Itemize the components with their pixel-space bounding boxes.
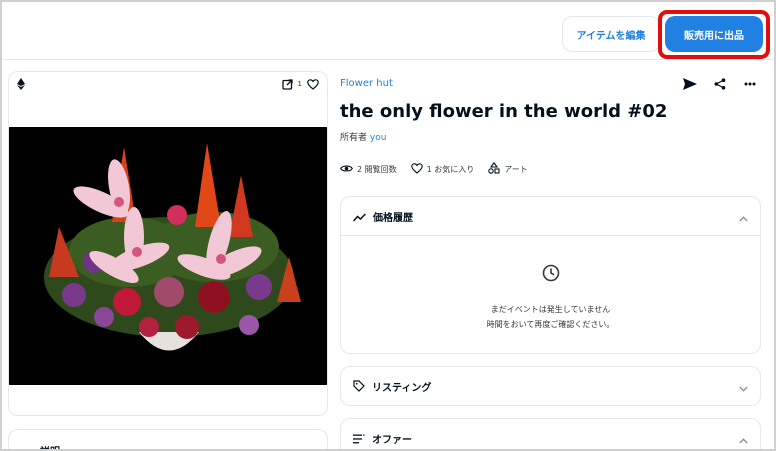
top-bar: アイテムを編集 販売用に出品 bbox=[2, 2, 774, 60]
sell-button[interactable]: 販売用に出品 bbox=[665, 16, 763, 52]
category-label: アート bbox=[504, 164, 528, 174]
item-image-card: 1 bbox=[8, 71, 328, 416]
heart-icon[interactable] bbox=[307, 75, 319, 94]
more-options-icon[interactable] bbox=[742, 76, 758, 92]
list-icon bbox=[353, 429, 365, 448]
views-count: 2 閲覧回数 bbox=[357, 164, 397, 174]
price-history-title: 価格履歴 bbox=[373, 212, 413, 224]
clock-icon bbox=[542, 264, 560, 286]
open-external-icon[interactable] bbox=[281, 75, 293, 94]
favorite-count: 1 bbox=[297, 80, 302, 88]
views-stat: 2 閲覧回数 bbox=[340, 164, 397, 175]
price-history-empty: まだイベントは発生していません 時間をおいて再度ご確認ください。 bbox=[341, 235, 760, 353]
item-image[interactable] bbox=[9, 127, 327, 385]
owner-link[interactable]: you bbox=[370, 133, 387, 143]
eye-icon bbox=[340, 164, 353, 175]
offers-header[interactable]: オファー bbox=[341, 419, 760, 451]
edit-item-button[interactable]: アイテムを編集 bbox=[562, 16, 660, 52]
owner-prefix: 所有者 bbox=[340, 133, 368, 143]
image-card-header: 1 bbox=[9, 72, 327, 96]
share-icon[interactable] bbox=[712, 76, 728, 92]
category-stat: アート bbox=[488, 161, 528, 176]
heart-outline-icon bbox=[410, 162, 423, 176]
listings-header[interactable]: リスティング bbox=[341, 367, 760, 405]
description-label: 説明 bbox=[40, 443, 60, 451]
chevron-down-icon[interactable] bbox=[739, 377, 748, 396]
image-actions: 1 bbox=[281, 75, 319, 94]
offers-panel: オファー bbox=[340, 418, 761, 451]
listings-panel: リスティング bbox=[340, 366, 761, 406]
item-stats: 2 閲覧回数 1 お気に入り アート bbox=[340, 161, 528, 176]
transfer-icon[interactable] bbox=[682, 76, 698, 92]
description-panel[interactable]: 説明 bbox=[8, 429, 328, 451]
item-actions bbox=[682, 76, 758, 92]
chevron-up-icon[interactable] bbox=[739, 207, 748, 226]
price-history-header[interactable]: 価格履歴 bbox=[341, 197, 760, 235]
trend-line-icon bbox=[353, 207, 366, 226]
chevron-up-icon[interactable] bbox=[739, 429, 748, 448]
offers-title: オファー bbox=[372, 434, 412, 446]
empty-message-line-1: まだイベントは発生していません bbox=[490, 304, 611, 314]
shapes-icon bbox=[488, 161, 500, 176]
favorites-count: 1 お気に入り bbox=[426, 164, 475, 174]
owner-line: 所有者 you bbox=[340, 130, 386, 143]
listings-title: リスティング bbox=[372, 382, 432, 394]
favorites-stat: 1 お気に入り bbox=[410, 162, 475, 176]
price-history-panel: 価格履歴 まだイベントは発生していません 時間をおいて再度ご確認ください。 bbox=[340, 196, 761, 354]
menu-lines-icon bbox=[21, 443, 32, 451]
tag-icon bbox=[353, 377, 365, 396]
ethereum-icon bbox=[17, 75, 25, 94]
flower-bouquet-image bbox=[9, 127, 327, 385]
collection-link[interactable]: Flower hut bbox=[340, 78, 393, 89]
empty-message-line-2: 時間をおいて再度ご確認ください。 bbox=[486, 319, 615, 329]
item-title: the only flower in the world #02 bbox=[340, 101, 668, 122]
